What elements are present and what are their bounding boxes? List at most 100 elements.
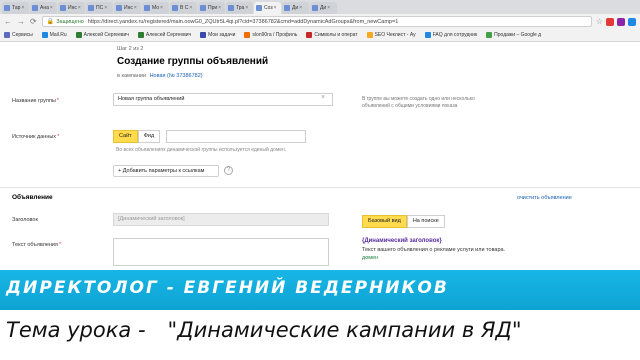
bookmark-label: Алексей Сергеевич xyxy=(145,32,192,38)
tab-close-icon[interactable]: × xyxy=(134,5,137,11)
lesson-caption: Тема урока - "Динамические кампании в ЯД" xyxy=(0,310,640,360)
tab-favicon-icon xyxy=(200,5,206,11)
bookmarks-bar: Сервисы Mail.Ru Алексей Сергеевич Алексей С… xyxy=(0,29,640,42)
browser-tab[interactable]: В С × xyxy=(170,2,197,14)
tab-label: Инс xyxy=(124,5,133,11)
tab-close-icon[interactable]: × xyxy=(218,5,221,11)
tab-favicon-icon xyxy=(32,5,38,11)
back-icon[interactable]: ← xyxy=(4,17,12,26)
bookmark-label: slon90ra / Профиль xyxy=(252,32,298,38)
bookmark-item[interactable]: Алексей Сергеевич xyxy=(137,32,192,38)
source-site-button[interactable]: Сайт xyxy=(113,130,138,143)
browser-toolbar: ← → ⟳ 🔒 Защищено https://direct.yandex.r… xyxy=(0,14,640,29)
clear-ad-link[interactable]: очистить объявление xyxy=(517,195,572,201)
bookmark-label: Мои задачи xyxy=(208,32,236,38)
bookmark-favicon-icon xyxy=(306,32,313,38)
tab-label: Мо xyxy=(152,5,160,11)
bookmark-label: Символы и операт xyxy=(314,32,358,38)
bookmark-favicon-icon xyxy=(486,32,493,38)
forward-icon[interactable]: → xyxy=(17,17,25,26)
tab-label: Соз xyxy=(264,5,273,11)
browser-tab[interactable]: Тра × xyxy=(226,2,253,14)
browser-tab[interactable]: Инс × xyxy=(114,2,141,14)
bookmark-label: FAQ для сотрудник xyxy=(432,32,478,38)
clear-icon[interactable]: × xyxy=(321,94,325,101)
tab-label: Ана xyxy=(40,5,49,11)
ad-text-input[interactable] xyxy=(113,238,329,266)
tab-close-icon[interactable]: × xyxy=(327,5,330,11)
browser-tab[interactable]: Ди × xyxy=(282,2,309,14)
tab-close-icon[interactable]: × xyxy=(274,5,277,11)
section-divider xyxy=(0,187,640,188)
tab-label: Ди xyxy=(320,5,327,11)
browser-tab[interactable]: Мо × xyxy=(142,2,169,14)
tab-label: Тар xyxy=(12,5,21,11)
title-label: Заголовок xyxy=(12,217,38,223)
group-name-input[interactable]: Новая группа объявлений xyxy=(113,93,333,106)
campaign-prefix: в кампании xyxy=(117,73,147,79)
tab-close-icon[interactable]: × xyxy=(189,5,192,11)
source-label: Источник данных* xyxy=(12,134,60,140)
bookmark-item[interactable]: Продажи – Google д xyxy=(486,32,541,38)
browser-tab[interactable]: Ана × xyxy=(30,2,57,14)
page-content: Шаг 2 из 2 Создание группы объявлений в … xyxy=(0,42,640,270)
view-search-button[interactable]: На поиске xyxy=(406,215,445,228)
bookmark-label: Продажи – Google д xyxy=(494,32,542,38)
bookmark-item[interactable]: Мои задачи xyxy=(200,32,235,38)
extension-icon[interactable] xyxy=(628,17,636,26)
step-indicator: Шаг 2 из 2 xyxy=(117,46,144,52)
tab-favicon-icon xyxy=(312,5,318,11)
bookmark-star-icon[interactable]: ☆ xyxy=(596,17,603,26)
ad-section-heading: Объявление xyxy=(12,194,53,201)
bookmark-item[interactable]: Mail.Ru xyxy=(41,32,67,38)
bookmark-item[interactable]: Символы и операт xyxy=(306,32,358,38)
tab-label: Тра xyxy=(236,5,245,11)
browser-tab[interactable]: Соз × xyxy=(254,2,281,14)
tab-label: В С xyxy=(180,5,189,11)
help-icon[interactable]: ? xyxy=(224,166,233,175)
add-url-params-button[interactable]: + Добавить параметры к ссылкам xyxy=(113,165,219,177)
source-switch: Сайт Фид xyxy=(113,130,161,143)
bookmark-item[interactable]: slon90ra / Профиль xyxy=(244,32,297,38)
bookmark-favicon-icon xyxy=(366,32,373,38)
tab-close-icon[interactable]: × xyxy=(245,5,248,11)
preview-text: Текст вашего объявления о рекламе услуги… xyxy=(362,247,506,253)
ad-text-label: Текст объявления* xyxy=(12,242,62,248)
tab-close-icon[interactable]: × xyxy=(160,5,163,11)
tab-favicon-icon xyxy=(116,5,122,11)
tab-close-icon[interactable]: × xyxy=(50,5,53,11)
title-input: [Динамический заголовок] xyxy=(113,213,329,226)
browser-tab[interactable]: Ди × xyxy=(310,2,337,14)
tab-close-icon[interactable]: × xyxy=(104,5,107,11)
extension-icon[interactable] xyxy=(606,17,614,26)
tab-favicon-icon xyxy=(284,5,290,11)
bookmark-item[interactable]: SEO Чеклист - Ау xyxy=(366,32,416,38)
source-hint: Во всех объявлениях динамической группы … xyxy=(116,147,287,153)
browser-tab[interactable]: ПС × xyxy=(86,2,113,14)
reload-icon[interactable]: ⟳ xyxy=(30,17,37,26)
bookmark-item[interactable]: Алексей Сергеевич xyxy=(75,32,129,38)
address-bar[interactable]: 🔒 Защищено https://direct.yandex.ru/regi… xyxy=(41,16,592,27)
tab-favicon-icon xyxy=(228,5,234,11)
tab-label: Ди xyxy=(292,5,299,11)
url-text[interactable]: https://direct.yandex.ru/registered/main… xyxy=(88,19,398,25)
browser-tab[interactable]: При × xyxy=(198,2,225,14)
page-title: Создание группы объявлений xyxy=(117,56,269,67)
tab-favicon-icon xyxy=(172,5,178,11)
campaign-link[interactable]: Новая (№ 37386782) xyxy=(150,73,203,79)
tab-close-icon[interactable]: × xyxy=(299,5,302,11)
bookmark-item[interactable]: Сервисы xyxy=(4,32,33,38)
secure-label: Защищено xyxy=(56,18,84,25)
bookmark-item[interactable]: FAQ для сотрудник xyxy=(424,32,478,38)
browser-tab[interactable]: Тар × xyxy=(2,2,29,14)
tab-close-icon[interactable]: × xyxy=(21,5,24,11)
source-domain-input[interactable] xyxy=(166,130,306,143)
tab-label: При xyxy=(208,5,218,11)
browser-tab[interactable]: Инс × xyxy=(58,2,85,14)
extension-icon[interactable] xyxy=(617,17,625,26)
view-basic-button[interactable]: Базовый вид xyxy=(362,215,407,228)
source-feed-button[interactable]: Фид xyxy=(137,130,161,143)
lock-icon: 🔒 xyxy=(46,19,55,25)
preview-domain: домен xyxy=(362,255,379,261)
tab-close-icon[interactable]: × xyxy=(78,5,81,11)
